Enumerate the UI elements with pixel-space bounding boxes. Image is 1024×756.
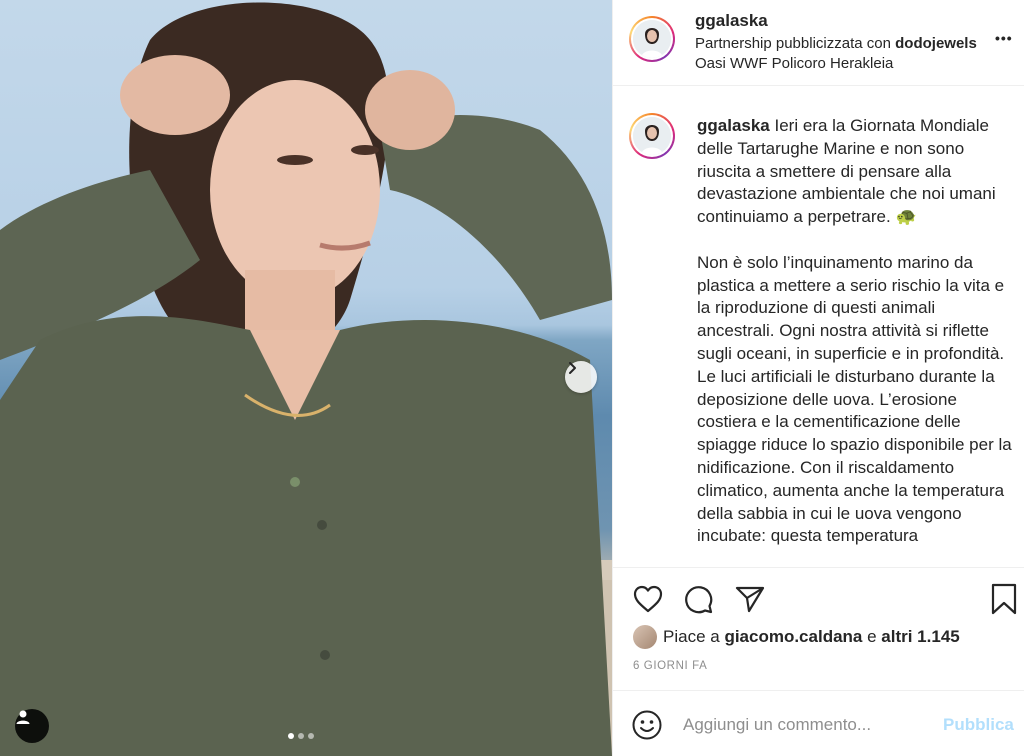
caption-username[interactable]: ggalaska (697, 116, 770, 135)
comment-bar: Pubblica (613, 690, 1024, 756)
likes-middle: e (862, 627, 882, 646)
likes-prefix: Piace a (663, 627, 725, 646)
avatar-image (633, 20, 671, 58)
next-image-button[interactable] (565, 361, 597, 393)
chevron-right-icon (569, 362, 576, 374)
likes-others-link[interactable]: altri 1.145 (881, 627, 959, 646)
tagged-users-button[interactable] (15, 709, 49, 743)
partnership-label: Partnership pubblicizzata con dodojewels (695, 35, 977, 52)
more-options-button[interactable]: ••• (995, 30, 1013, 46)
post-side-panel: ggalaska Partnership pubblicizzata con d… (612, 0, 1024, 756)
likes-text: Piace a giacomo.caldana e altri 1.145 (663, 627, 960, 647)
post-photo[interactable] (0, 0, 612, 756)
heart-icon (633, 585, 663, 613)
comment-bubble-icon (685, 586, 713, 614)
share-button[interactable] (733, 582, 767, 616)
comment-button[interactable] (682, 582, 716, 616)
caption-text: ggalaska Ieri era la Giornata Mondiale d… (697, 115, 1012, 548)
action-bar (613, 567, 1024, 629)
likes-summary: Piace a giacomo.caldana e altri 1.145 (633, 624, 960, 650)
partner-link[interactable]: dodojewels (895, 35, 977, 52)
post-header: ggalaska Partnership pubblicizzata con d… (613, 0, 1024, 86)
like-button[interactable] (631, 582, 665, 616)
bookmark-icon (991, 583, 1017, 615)
emoji-button[interactable] (631, 709, 663, 741)
liker-avatar[interactable] (633, 625, 657, 649)
carousel-dot (308, 733, 314, 739)
user-icon (16, 710, 30, 724)
caption-area[interactable]: ggalaska Ieri era la Giornata Mondiale d… (613, 87, 1024, 567)
post-timestamp[interactable]: 6 GIORNI FA (633, 660, 707, 672)
post-username[interactable]: ggalaska (695, 11, 768, 31)
partnership-prefix: Partnership pubblicizzata con (695, 35, 896, 52)
smiley-icon (632, 710, 662, 740)
carousel-dot-active (288, 733, 294, 739)
carousel-indicator (288, 733, 314, 739)
caption-avatar[interactable] (629, 113, 675, 159)
comment-input[interactable] (683, 713, 933, 737)
avatar-image (633, 117, 671, 155)
more-dots-icon: ••• (995, 30, 1013, 46)
carousel-dot (298, 733, 304, 739)
liker-username[interactable]: giacomo.caldana (724, 627, 862, 646)
save-button[interactable] (987, 582, 1021, 616)
avatar[interactable] (629, 16, 675, 62)
caption-body: Ieri era la Giornata Mondiale delle Tart… (697, 116, 1012, 546)
paper-plane-icon (735, 586, 765, 613)
location-link[interactable]: Oasi WWF Policoro Herakleia (695, 55, 893, 72)
publish-button[interactable]: Pubblica (943, 715, 1014, 735)
photo-illustration (0, 2, 612, 756)
